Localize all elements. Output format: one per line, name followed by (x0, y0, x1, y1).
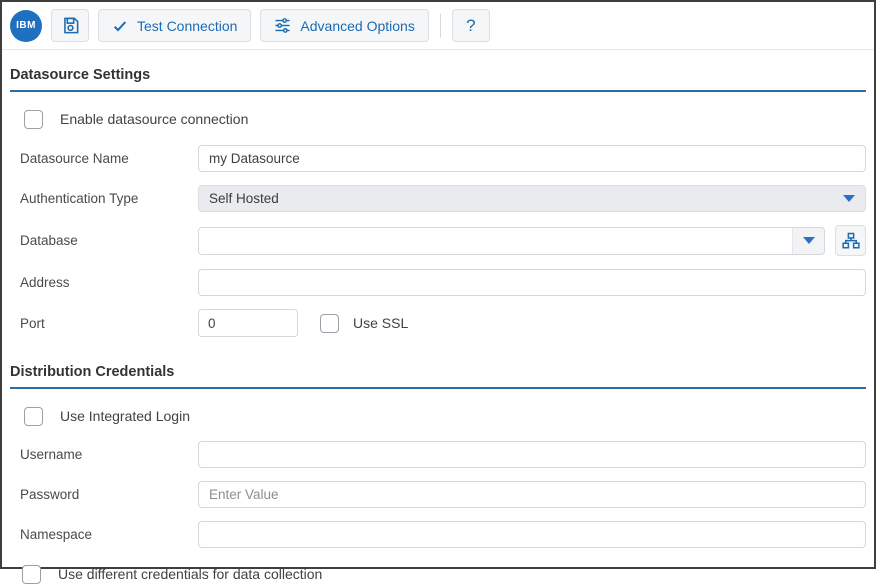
namespace-input[interactable] (198, 521, 866, 548)
datasource-settings-header: Datasource Settings (10, 67, 866, 92)
enable-datasource-label: Enable datasource connection (60, 111, 248, 127)
authentication-type-value: Self Hosted (209, 191, 843, 206)
different-credentials-label: Use different credentials for data colle… (58, 566, 322, 582)
chevron-down-icon (803, 237, 815, 244)
advanced-options-label: Advanced Options (300, 18, 414, 34)
database-row: Database (20, 225, 866, 256)
test-connection-button[interactable]: Test Connection (98, 9, 251, 42)
database-label: Database (20, 233, 198, 248)
integrated-login-checkbox[interactable] (24, 407, 43, 426)
authentication-type-label: Authentication Type (20, 191, 198, 206)
enable-datasource-row: Enable datasource connection (24, 109, 866, 129)
username-row: Username (20, 441, 866, 468)
database-input[interactable] (199, 228, 792, 254)
distribution-credentials-title: Distribution Credentials (10, 364, 866, 380)
datasource-name-row: Datasource Name (20, 145, 866, 172)
use-ssl-label: Use SSL (353, 315, 408, 331)
toolbar-divider (440, 14, 441, 38)
port-label: Port (20, 316, 198, 331)
address-label: Address (20, 275, 198, 290)
ibm-logo: IBM (10, 10, 42, 42)
datasource-name-input[interactable] (198, 145, 866, 172)
authentication-type-row: Authentication Type Self Hosted (20, 185, 866, 212)
help-button[interactable]: ? (452, 9, 490, 42)
password-row: Password (20, 481, 866, 508)
advanced-options-button[interactable]: Advanced Options (260, 9, 428, 42)
enable-datasource-checkbox[interactable] (24, 110, 43, 129)
datasource-name-label: Datasource Name (20, 151, 198, 166)
datasource-settings-title: Datasource Settings (10, 67, 866, 83)
password-label: Password (20, 487, 198, 502)
form-content: Datasource Settings Enable datasource co… (2, 67, 874, 584)
database-combobox[interactable] (198, 227, 825, 255)
integrated-login-row: Use Integrated Login (24, 406, 866, 426)
port-row: Port Use SSL (20, 309, 866, 337)
address-input[interactable] (198, 269, 866, 296)
port-stepper[interactable] (198, 309, 298, 337)
namespace-label: Namespace (20, 527, 198, 542)
authentication-type-select[interactable]: Self Hosted (198, 185, 866, 212)
toolbar: IBM Test Connection Advanced Options (2, 2, 874, 50)
floppy-disk-icon (61, 16, 80, 35)
chevron-down-icon (843, 195, 855, 202)
different-credentials-checkbox[interactable] (22, 565, 41, 584)
distribution-credentials-header: Distribution Credentials (10, 364, 866, 389)
username-input[interactable] (198, 441, 866, 468)
database-dropdown-button[interactable] (792, 228, 824, 254)
port-input[interactable] (199, 310, 298, 336)
username-label: Username (20, 447, 198, 462)
use-ssl-group: Use SSL (320, 314, 408, 333)
sliders-icon (274, 17, 291, 34)
sitemap-icon (842, 232, 860, 250)
integrated-login-label: Use Integrated Login (60, 408, 190, 424)
password-input[interactable] (198, 481, 866, 508)
address-row: Address (20, 269, 866, 296)
save-button[interactable] (51, 9, 89, 42)
use-ssl-checkbox[interactable] (320, 314, 339, 333)
test-connection-label: Test Connection (137, 18, 237, 34)
checkmark-icon (112, 18, 128, 34)
different-credentials-row: Use different credentials for data colle… (22, 564, 866, 584)
namespace-row: Namespace (20, 521, 866, 548)
database-browse-button[interactable] (835, 225, 866, 256)
